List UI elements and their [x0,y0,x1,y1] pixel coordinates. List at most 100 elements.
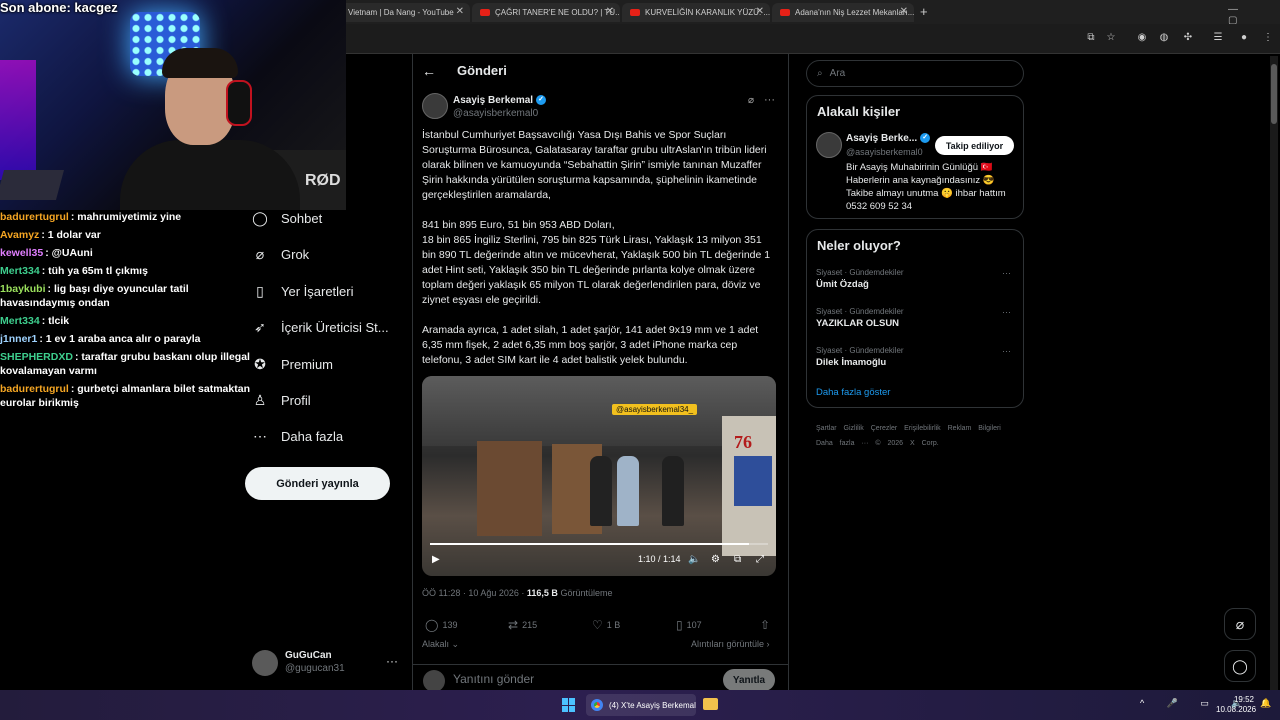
post-text-paragraph: Aramada ayrıca, 1 adet silah, 1 adet şar… [422,324,759,366]
volume-icon[interactable]: 🔈 [688,554,700,565]
chat-text: : mahrumiyetimiz yine [70,211,182,223]
file-explorer-icon[interactable] [703,698,718,710]
screenshot-icon[interactable]: ⧉ [1085,32,1097,44]
menu-icon[interactable]: ☰ [1212,32,1224,44]
grok-icon[interactable]: ⌀ [748,95,754,106]
more-vertical-icon[interactable]: ⋮ [1262,32,1274,44]
author-avatar[interactable] [422,93,448,119]
repost-action[interactable]: ⇄ 215 [508,618,537,632]
chat-text: : @UAuni [45,247,93,259]
reply-button[interactable]: Yanıtla [723,669,775,691]
relevant-user-name-text: Asayiş Berke... [846,133,918,144]
windows-start-icon[interactable] [562,698,576,712]
nav-item-bookmarks[interactable]: ▯ Yer İşaretleri [252,279,412,303]
like-count: 1 B [606,620,621,630]
nav-item-creator-studio[interactable]: ➶ İçerik Üreticisi St... [252,315,412,339]
relevant-user-handle[interactable]: @asayisberkemal0 [846,147,923,157]
back-arrow-icon[interactable]: ← [422,63,436,79]
last-subscriber: Son abone: kacgez [0,0,118,15]
sort-label: Alakalı [422,639,450,649]
scrollbar-thumb[interactable] [1271,64,1277,124]
reply-action[interactable]: ◯ 139 [425,618,457,632]
browser-tab[interactable]: Adana'nın Niş Lezzet Mekanları... ✕ [772,3,914,22]
nav-item-premium[interactable]: ✪ Premium [252,352,412,376]
bookmark-action[interactable]: ▯ 107 [676,618,702,632]
view-quotes-link[interactable]: Alıntıları görüntüle › [691,639,770,649]
chat-username: badurertugrul [0,211,69,223]
video-player[interactable]: 76 @asayisberkemal34_ ▶ 1:10 / 1:14 🔈 ⚙ … [422,376,776,576]
puzzle-icon[interactable]: ✣ [1182,32,1194,44]
settings-icon[interactable]: ⚙ [711,554,720,565]
quotes-label: Alıntıları görüntüle [691,639,765,649]
account-switcher[interactable]: GuGuCan @gugucan31 ··· [252,648,402,680]
browser-tab[interactable]: ÇAĞRI TANER'E NE OLDU? | TÜ... ✕ [472,3,620,22]
reply-input[interactable]: Yanıtını gönder [453,672,534,686]
tab-title: Adana'nın Niş Lezzet Mekanları... [795,8,914,17]
trend-item[interactable]: Ümit Özdağ [816,279,869,290]
chat-message: badurertugrul: gurbetçi almanlara bilet … [0,382,250,410]
play-icon[interactable]: ▶ [432,554,440,565]
more-icon[interactable]: ··· [1002,268,1011,278]
browser-tab[interactable]: KURVELİĞİN KARANLIK YÜZÜ: ... ✕ [622,3,770,22]
more-icon[interactable]: ··· [764,94,775,106]
search-input[interactable]: ⌕ Ara [806,60,1024,87]
neon-light [0,60,36,180]
close-icon[interactable]: ✕ [456,6,464,17]
footer-links[interactable]: Şartlar Gizlilik Çerezler Erişilebilirli… [816,421,1021,451]
close-icon[interactable]: ✕ [606,6,614,17]
more-icon: ⋯ [253,427,267,444]
author-handle[interactable]: @asayisberkemal0 [453,108,538,119]
post-button[interactable]: Gönderi yayınla [245,467,390,500]
star-icon[interactable]: ☆ [1105,32,1117,44]
author-name-text: Asayiş Berkemal [453,95,534,106]
clock-date: 10.08.2026 [1216,705,1257,714]
video-time: 1:10 / 1:14 [638,554,681,564]
video-person [662,456,684,526]
video-watermark: @asayisberkemal34_ [612,404,698,415]
pip-icon[interactable]: ⧉ [734,554,741,565]
taskbar-clock[interactable]: 19:52 10.08.2026 [1216,695,1257,715]
nav-item-profile[interactable]: ♙ Profil [252,388,412,412]
video-progress-bar[interactable] [430,543,768,545]
nav-item-more[interactable]: ⋯ Daha fazla [252,424,412,448]
grok-fab-icon[interactable]: ⌀ [1224,608,1256,640]
browser-tab[interactable]: Vietnam | Da Nang - YouTube ✕ [340,3,470,22]
more-icon[interactable]: ··· [1002,346,1011,356]
avatar[interactable] [816,132,842,158]
video-sign-number: 76 [734,432,752,452]
more-icon[interactable]: ··· [1002,307,1011,317]
notification-icon[interactable]: 🔔 [1260,698,1271,709]
trend-item[interactable]: YAZIKLAR OLSUN [816,318,899,329]
messages-fab-icon[interactable]: ◯ [1224,650,1256,682]
chat-username: 1baykubi [0,283,46,295]
reply-icon: ◯ [425,618,439,632]
extension-icon[interactable]: ◉ [1136,32,1148,44]
show-more-link[interactable]: Daha fazla göster [816,387,890,398]
following-button[interactable]: Takip ediliyor [935,136,1014,155]
new-tab-button[interactable]: + [920,4,928,19]
nav-label: İçerik Üreticisi St... [281,319,389,335]
close-icon[interactable]: ✕ [900,6,908,17]
share-action[interactable]: ⇧ [760,618,774,632]
trend-item[interactable]: Dilek İmamoğlu [816,357,886,368]
extension-icon[interactable]: ◍ [1158,32,1170,44]
nav-label: Premium [281,356,334,372]
author-name[interactable]: Asayiş Berkemal ✓ [453,95,547,106]
avatar [252,650,278,676]
post-timestamp: ÖÖ 11:28 · 10 Ağu 2026 · [422,588,527,598]
scrollbar[interactable] [1270,56,1278,690]
sort-replies-dropdown[interactable]: Alakalı ⌄ [422,639,459,650]
youtube-icon [630,9,640,16]
taskbar-chrome-button[interactable]: (4) X'te Asayiş Berkemal [586,694,696,716]
like-action[interactable]: ♡ 1 B [592,618,620,632]
relevant-user-name[interactable]: Asayiş Berke... ✓ [846,133,931,144]
close-icon[interactable]: ✕ [756,6,764,17]
nav-item-chat[interactable]: ◯ Sohbet [252,206,412,230]
search-placeholder: Ara [829,68,846,79]
trend-category: Siyaset · Gündemdekiler [816,346,904,355]
chevron-down-icon: ⌄ [449,639,460,649]
fullscreen-icon[interactable]: ⤢ [756,554,764,565]
nav-item-grok[interactable]: ⌀ Grok [252,242,412,266]
profile-icon[interactable]: ● [1238,32,1250,44]
more-icon[interactable]: ··· [386,654,398,668]
